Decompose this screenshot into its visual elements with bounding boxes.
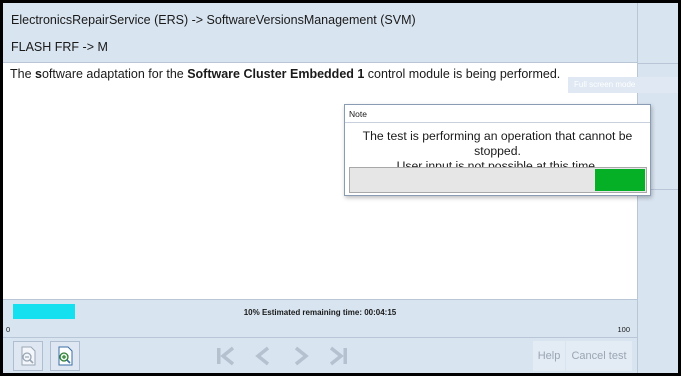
- chevron-right-icon: [285, 341, 317, 371]
- progress-scale-min: 0: [6, 325, 11, 334]
- last-page-button[interactable]: [323, 341, 355, 371]
- estimated-progress-area: 10% Estimated remaining time: 00:04:15 0…: [3, 299, 637, 337]
- ers-window: ElectronicsRepairService (ERS) -> Softwa…: [3, 3, 678, 373]
- note-message-line-1: The test is performing an operation that…: [362, 129, 633, 158]
- message-text-5: control module is being performed.: [364, 67, 561, 81]
- message-text-1: The: [10, 67, 36, 81]
- help-button[interactable]: Help: [533, 341, 565, 371]
- flash-step-label: FLASH FRF -> M: [11, 40, 108, 54]
- cancel-test-button[interactable]: Cancel test: [566, 341, 632, 371]
- note-dialog-title: Note: [345, 105, 650, 123]
- message-text-3: oftware adaptation for the: [41, 67, 188, 81]
- note-dialog: Note The test is performing an operation…: [344, 104, 651, 196]
- bottom-toolbar: Help Cancel test: [3, 337, 637, 373]
- previous-page-button[interactable]: [247, 341, 279, 371]
- side-divider: [638, 63, 678, 64]
- zoom-out-button[interactable]: [13, 341, 43, 371]
- zoom-in-button[interactable]: [50, 341, 80, 371]
- first-page-button[interactable]: [209, 341, 241, 371]
- skip-first-icon: [209, 341, 241, 371]
- skip-last-icon: [323, 341, 355, 371]
- next-page-button[interactable]: [285, 341, 317, 371]
- zoom-out-icon: [14, 342, 42, 370]
- message-text-2: s: [35, 67, 42, 81]
- note-progress-fill: [595, 169, 645, 191]
- header-panel: ElectronicsRepairService (ERS) -> Softwa…: [3, 3, 637, 63]
- progress-scale-max: 100: [617, 325, 630, 334]
- breadcrumb-path: ElectronicsRepairService (ERS) -> Softwa…: [11, 13, 416, 27]
- full-screen-ghost-label: Full screen mode: [568, 77, 678, 93]
- zoom-in-icon: [51, 342, 79, 370]
- control-module-name: Software Cluster Embedded 1: [187, 67, 365, 81]
- note-progress-bar: [349, 167, 647, 193]
- estimated-remaining-time: 10% Estimated remaining time: 00:04:15: [243, 308, 397, 317]
- status-message: The software adaptation for the Software…: [10, 67, 560, 81]
- chevron-left-icon: [247, 341, 279, 371]
